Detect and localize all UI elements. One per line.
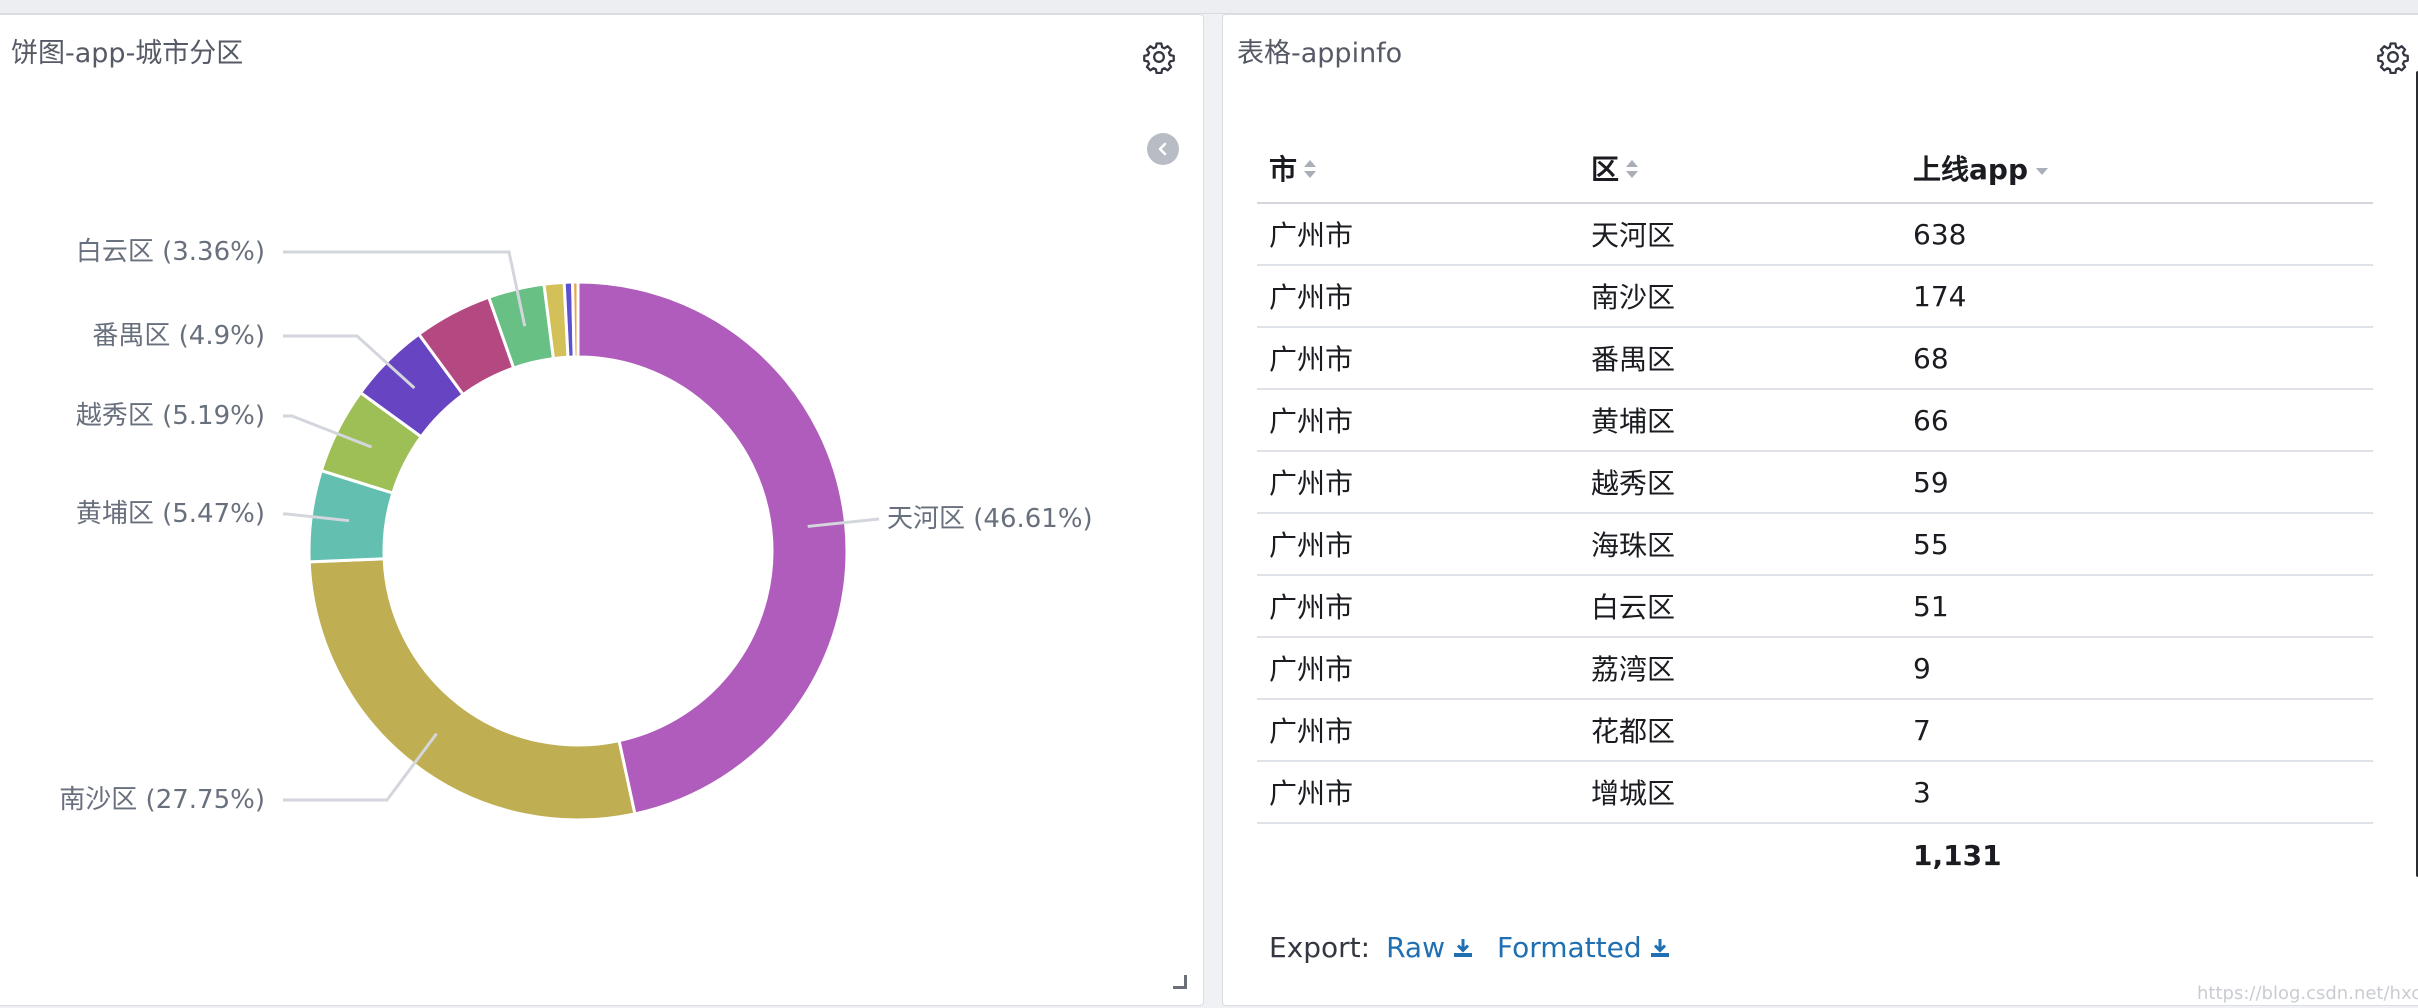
slice-label: 南沙区 (27.75%) [59, 785, 265, 815]
cell-district: 增城区 [1579, 761, 1901, 824]
pie-chart: 天河区 (46.61%) 南沙区 (27.75%) 黄埔区 (5.47%) 越秀区 (… [59, 237, 1093, 822]
cell-city: 广州市 [1257, 389, 1579, 452]
cell-count: 174 [1901, 265, 2373, 328]
cell-count: 9 [1901, 637, 2373, 700]
slice-label: 白云区 (3.36%) [76, 237, 265, 267]
pie-slice-10[interactable] [571, 280, 580, 359]
table-header-row: 市 区 上线app [1257, 133, 2373, 204]
table-row: 广州市 天河区 638 [1257, 203, 2373, 266]
cell-count: 59 [1901, 451, 2373, 514]
table-row: 广州市 南沙区 174 [1257, 265, 2373, 328]
cell-district: 番禺区 [1579, 327, 1901, 390]
cell-district: 南沙区 [1579, 265, 1901, 328]
cell-city: 广州市 [1257, 637, 1579, 700]
table-row: 广州市 白云区 51 [1257, 575, 2373, 638]
cell-count: 68 [1901, 327, 2373, 390]
cell-empty [1257, 823, 1579, 887]
table-row: 广州市 增城区 3 [1257, 761, 2373, 824]
table-total-row: 1,131 [1257, 823, 2373, 887]
gear-icon[interactable] [2373, 37, 2413, 77]
column-header-label: 市 [1269, 152, 1298, 186]
cell-district: 海珠区 [1579, 513, 1901, 576]
slice-label: 黄埔区 (5.47%) [76, 499, 265, 529]
cell-count: 55 [1901, 513, 2373, 576]
download-icon [1650, 938, 1669, 957]
export-formatted-label: Formatted [1497, 931, 1642, 964]
column-header-online-app[interactable]: 上线app [1901, 133, 2373, 204]
watermark-text: https://blog.csdn.net/hxc2008 [2197, 983, 2418, 1004]
column-header-district[interactable]: 区 [1579, 133, 1901, 204]
cell-city: 广州市 [1257, 513, 1579, 576]
cell-city: 广州市 [1257, 203, 1579, 266]
cell-count: 51 [1901, 575, 2373, 638]
sort-icon[interactable] [1625, 154, 1639, 187]
export-label: Export: [1269, 931, 1371, 964]
cell-city: 广州市 [1257, 451, 1579, 514]
sort-desc-icon[interactable] [2034, 154, 2050, 187]
cell-district: 荔湾区 [1579, 637, 1901, 700]
cell-district: 白云区 [1579, 575, 1901, 638]
cell-district: 越秀区 [1579, 451, 1901, 514]
table-row: 广州市 花都区 7 [1257, 699, 2373, 762]
column-header-city[interactable]: 市 [1257, 133, 1579, 204]
cell-count: 3 [1901, 761, 2373, 824]
download-icon [1454, 938, 1472, 957]
table-row: 广州市 黄埔区 66 [1257, 389, 2373, 452]
cell-district: 天河区 [1579, 203, 1901, 266]
column-header-label: 上线app [1913, 152, 2028, 186]
sort-icon[interactable] [1303, 154, 1317, 187]
export-bar: Export: Raw Formatted [1269, 931, 1672, 964]
cell-district: 花都区 [1579, 699, 1901, 762]
data-table: 市 区 上线app 广州市 天河区 638 广州市 南沙区 174 广州市 番禺区 68 广… [1257, 133, 2373, 887]
export-raw-label: Raw [1386, 931, 1445, 964]
cell-district: 黄埔区 [1579, 389, 1901, 452]
cell-city: 广州市 [1257, 265, 1579, 328]
cell-city: 广州市 [1257, 699, 1579, 762]
export-raw-link[interactable]: Raw [1386, 931, 1475, 964]
pie-slice-1[interactable] [576, 280, 849, 816]
cell-city: 广州市 [1257, 761, 1579, 824]
pie-slice-2[interactable] [307, 557, 637, 822]
table-row: 广州市 海珠区 55 [1257, 513, 2373, 576]
slice-label: 番禺区 (4.9%) [92, 321, 265, 351]
export-formatted-link[interactable]: Formatted [1497, 931, 1672, 964]
slice-label: 越秀区 (5.19%) [76, 401, 265, 431]
table-row: 广州市 番禺区 68 [1257, 327, 2373, 390]
table-row: 广州市 越秀区 59 [1257, 451, 2373, 514]
slice-label: 天河区 (46.61%) [887, 504, 1093, 534]
pie-panel: 饼图-app-城市分区 天河区 (46.61%) 南沙区 (27.75%) 黄埔区 … [0, 14, 1204, 1006]
panel-title: 表格-appinfo [1237, 38, 1403, 69]
cell-count: 7 [1901, 699, 2373, 762]
top-bar [0, 0, 2418, 14]
cell-city: 广州市 [1257, 575, 1579, 638]
table-panel: 表格-appinfo 市 区 上线app 广州市 天河区 638 广州市 南沙区… [1222, 14, 2418, 1006]
cell-city: 广州市 [1257, 327, 1579, 390]
column-header-label: 区 [1591, 152, 1620, 186]
total-count: 1,131 [1913, 839, 2002, 872]
table-row: 广州市 荔湾区 9 [1257, 637, 2373, 700]
cell-count: 66 [1901, 389, 2373, 452]
resize-handle-icon[interactable] [1173, 975, 1187, 989]
cell-empty [1579, 823, 1901, 887]
cell-count: 638 [1901, 203, 2373, 266]
